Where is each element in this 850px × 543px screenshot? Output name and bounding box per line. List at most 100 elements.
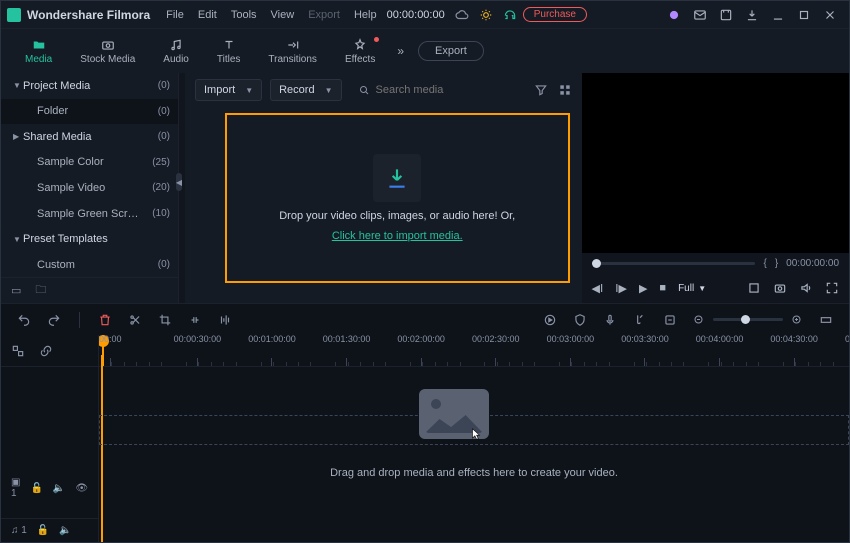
- prev-frame-icon[interactable]: ◀Ⅰ: [592, 282, 604, 295]
- sidebar-item-label: Sample Video: [23, 182, 144, 194]
- seek-thumb[interactable]: [592, 259, 601, 268]
- folder-icon[interactable]: 🗀: [35, 281, 46, 300]
- track-area[interactable]: Drag and drop media and effects here to …: [99, 367, 849, 542]
- zoom-in-icon[interactable]: [791, 314, 803, 326]
- import-dropdown[interactable]: Import▼: [195, 79, 262, 101]
- tab-media-label: Media: [25, 54, 52, 65]
- menu-file[interactable]: File: [166, 9, 184, 21]
- effects-icon: [351, 38, 369, 52]
- support-icon[interactable]: [503, 8, 517, 22]
- record-dropdown[interactable]: Record▼: [270, 79, 341, 101]
- grid-view-icon[interactable]: [558, 83, 572, 97]
- audio-adjust-icon[interactable]: [218, 313, 232, 327]
- privacy-icon[interactable]: [573, 313, 587, 327]
- quality-dropdown[interactable]: Full ▼: [678, 283, 706, 294]
- download-icon[interactable]: [745, 8, 759, 22]
- purchase-button[interactable]: Purchase: [523, 7, 587, 22]
- sidebar-item-preset-templates[interactable]: ▼ Preset Templates: [1, 226, 178, 252]
- cloud-icon[interactable]: [455, 8, 469, 22]
- maximize-icon[interactable]: [797, 8, 811, 22]
- audio-track-header[interactable]: ♫ 1 🔓 🔈: [1, 518, 98, 542]
- seek-track[interactable]: [592, 262, 756, 265]
- notification-icon[interactable]: [719, 8, 733, 22]
- music-icon: [167, 38, 185, 52]
- filter-icon[interactable]: [534, 83, 548, 97]
- import-link[interactable]: Click here to import media.: [332, 230, 463, 242]
- crop-icon[interactable]: [747, 281, 761, 295]
- menu-tools[interactable]: Tools: [231, 9, 257, 21]
- visibility-icon[interactable]: 👁: [75, 483, 88, 494]
- marker-icon[interactable]: [663, 313, 677, 327]
- menu-export[interactable]: Export: [308, 9, 340, 21]
- fullscreen-icon[interactable]: [825, 281, 839, 295]
- sidebar-item-project-media[interactable]: ▼ Project Media (0): [1, 73, 178, 99]
- ruler-tick: 00:04:00:00: [696, 348, 744, 366]
- bracket-close[interactable]: }: [775, 258, 778, 269]
- time-ruler[interactable]: 00:0000:00:30:0000:01:00:0000:01:30:0000…: [99, 335, 849, 366]
- preview-panel: { } 00:00:00:00 ◀Ⅰ Ⅰ▶ ▶ ■ Full ▼: [582, 73, 850, 303]
- menu-view[interactable]: View: [271, 9, 295, 21]
- undo-icon[interactable]: [17, 313, 31, 327]
- splitter[interactable]: ◀: [179, 73, 185, 303]
- track-label: ♫ 1: [11, 525, 27, 536]
- mute-icon[interactable]: 🔈: [59, 525, 71, 536]
- menu-edit[interactable]: Edit: [198, 9, 217, 21]
- ruler-tick: 00:01:00:00: [248, 348, 296, 366]
- bracket-open[interactable]: {: [763, 258, 766, 269]
- menu-help[interactable]: Help: [354, 9, 377, 21]
- tab-stock-media[interactable]: Stock Media: [66, 38, 149, 65]
- tab-media[interactable]: Media: [11, 38, 66, 65]
- fit-timeline-icon[interactable]: [819, 313, 833, 327]
- snapshot-icon[interactable]: [773, 281, 787, 295]
- select-mode-icon[interactable]: [11, 344, 25, 358]
- stop-icon[interactable]: ■: [659, 282, 666, 294]
- tab-transitions[interactable]: Transitions: [254, 38, 331, 65]
- zoom-out-icon[interactable]: [693, 314, 705, 326]
- export-button[interactable]: Export: [418, 41, 484, 61]
- voiceover-icon[interactable]: [603, 313, 617, 327]
- speed-icon[interactable]: [188, 313, 202, 327]
- camera-icon: [99, 38, 117, 52]
- tab-titles[interactable]: Titles: [203, 38, 255, 65]
- idea-icon[interactable]: [479, 8, 493, 22]
- messages-icon[interactable]: [693, 8, 707, 22]
- link-icon[interactable]: [39, 344, 53, 358]
- play-icon[interactable]: ▶: [639, 282, 647, 295]
- crop-tool-icon[interactable]: [158, 313, 172, 327]
- collapse-icon[interactable]: ◀: [176, 173, 182, 191]
- redo-icon[interactable]: [47, 313, 61, 327]
- lock-icon[interactable]: 🔓: [30, 483, 42, 494]
- account-icon[interactable]: [667, 8, 681, 22]
- audio-mixer-icon[interactable]: [633, 313, 647, 327]
- ruler-tick: 00:02:30:00: [472, 348, 520, 366]
- split-icon[interactable]: [128, 313, 142, 327]
- sidebar-item-shared-media[interactable]: ▶ Shared Media (0): [1, 124, 178, 150]
- sidebar-item-sample-color[interactable]: Sample Color (25): [1, 150, 178, 176]
- render-preview-icon[interactable]: [543, 313, 557, 327]
- minimize-icon[interactable]: [771, 8, 785, 22]
- search-input[interactable]: [376, 84, 518, 96]
- zoom-track[interactable]: [713, 318, 783, 321]
- close-icon[interactable]: [823, 8, 837, 22]
- new-folder-icon[interactable]: ▭: [11, 284, 21, 297]
- tab-audio-label: Audio: [163, 54, 189, 65]
- media-drop-zone[interactable]: Drop your video clips, images, or audio …: [225, 113, 570, 283]
- mute-icon[interactable]: 🔈: [53, 483, 65, 494]
- sidebar-item-folder[interactable]: Folder (0): [1, 99, 178, 125]
- chevron-down-icon: ▼: [13, 81, 23, 90]
- sidebar-item-sample-video[interactable]: Sample Video (20): [1, 175, 178, 201]
- tab-audio[interactable]: Audio: [149, 38, 203, 65]
- tab-effects[interactable]: Effects: [331, 38, 389, 65]
- zoom-thumb[interactable]: [741, 315, 750, 324]
- track-gutter: ▣ 1 🔓 🔈 👁 ♫ 1 🔓 🔈: [1, 367, 99, 542]
- track-label: ▣ 1: [11, 477, 20, 499]
- video-track-header[interactable]: ▣ 1 🔓 🔈 👁: [1, 458, 98, 518]
- media-placeholder-icon[interactable]: [419, 389, 489, 439]
- sidebar-item-sample-green[interactable]: Sample Green Scre… (10): [1, 201, 178, 227]
- sidebar-item-custom[interactable]: Custom (0): [1, 252, 178, 278]
- next-frame-icon[interactable]: Ⅰ▶: [615, 282, 627, 295]
- lock-icon[interactable]: 🔓: [37, 525, 49, 536]
- volume-icon[interactable]: [799, 281, 813, 295]
- delete-icon[interactable]: [98, 313, 112, 327]
- tabs-more-icon[interactable]: »: [397, 44, 404, 58]
